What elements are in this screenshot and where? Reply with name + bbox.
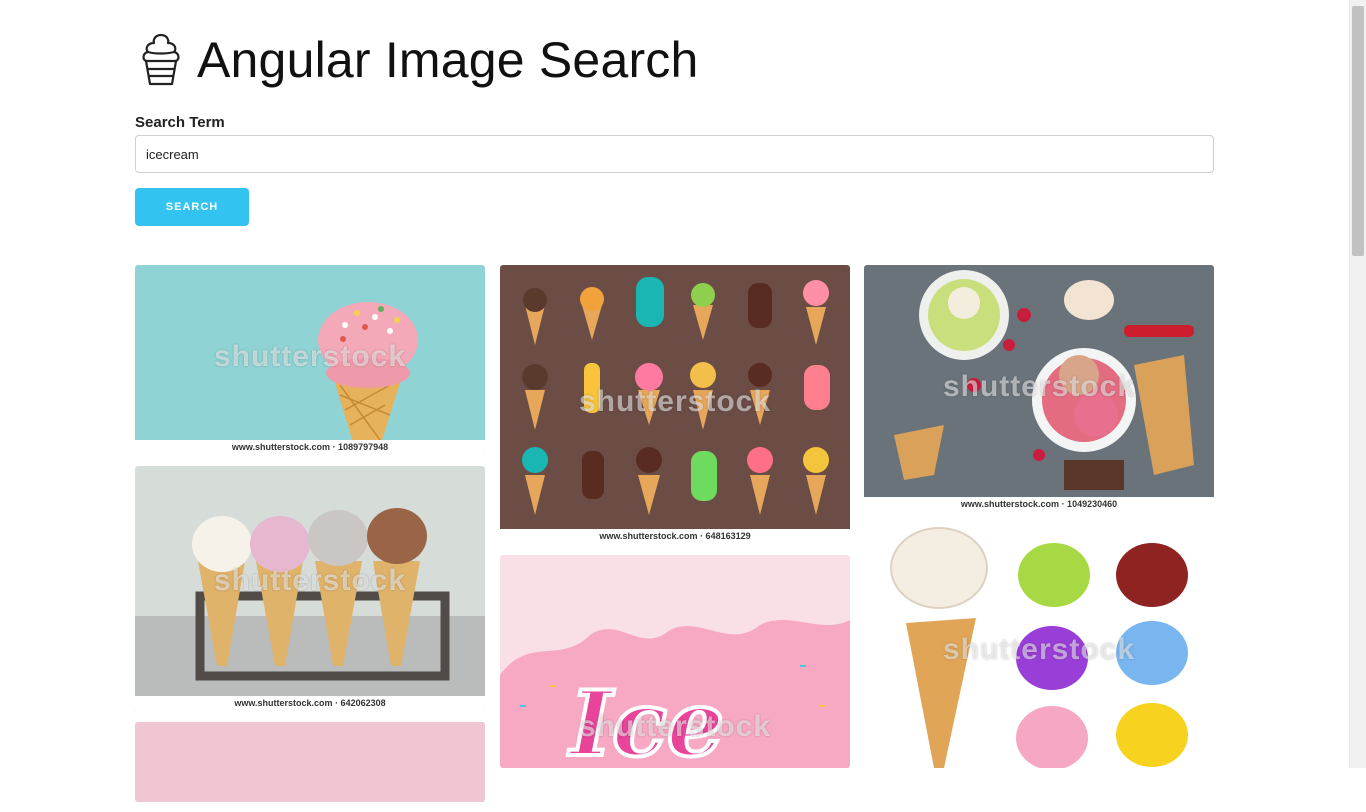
watermark-text: shutterstock (578, 385, 772, 418)
search-term-label: Search Term (135, 114, 225, 131)
result-image[interactable]: shutterstock www.shutterstock.com · 1049… (864, 265, 1214, 513)
result-image[interactable]: shutterstock www.shutterstock.com · 1089… (135, 265, 485, 456)
result-image[interactable] (135, 722, 485, 802)
image-caption: www.shutterstock.com · 648163129 (500, 529, 850, 545)
image-caption: www.shutterstock.com · 1089797948 (135, 440, 485, 456)
image-results-grid: shutterstock www.shutterstock.com · 1089… (135, 265, 1214, 802)
results-column-3: shutterstock www.shutterstock.com · 1049… (864, 265, 1214, 778)
watermark-text: shutterstock (578, 710, 772, 743)
watermark-text: shutterstock (213, 340, 407, 373)
result-image[interactable]: shutterstock www.shutterstock.com · 6481… (500, 265, 850, 545)
watermark-text: shutterstock (942, 370, 1136, 403)
watermark-text: shutterstock (942, 633, 1136, 666)
result-image[interactable]: shutterstock www.shutterstock.com · 6420… (135, 466, 485, 712)
search-button[interactable]: SEARCH (135, 188, 249, 226)
search-input[interactable] (135, 135, 1214, 173)
main-container: Angular Image Search Search Term SEARCH … (135, 0, 1214, 802)
ice-cream-icon (142, 33, 180, 86)
results-column-1: shutterstock www.shutterstock.com · 1089… (135, 265, 485, 812)
page-header: Angular Image Search (135, 0, 1214, 118)
scrollbar-thumb[interactable] (1352, 6, 1364, 256)
result-image[interactable]: Ice shutterstock (500, 555, 850, 768)
page-scrollbar[interactable] (1349, 0, 1366, 768)
pink-image (135, 722, 485, 802)
image-caption: www.shutterstock.com · 642062308 (135, 696, 485, 712)
page-title: Angular Image Search (197, 32, 699, 88)
watermark-text: shutterstock (213, 564, 407, 597)
result-image[interactable]: shutterstock (864, 523, 1214, 768)
image-caption: www.shutterstock.com · 1049230460 (864, 497, 1214, 513)
results-column-2: shutterstock www.shutterstock.com · 6481… (500, 265, 850, 778)
